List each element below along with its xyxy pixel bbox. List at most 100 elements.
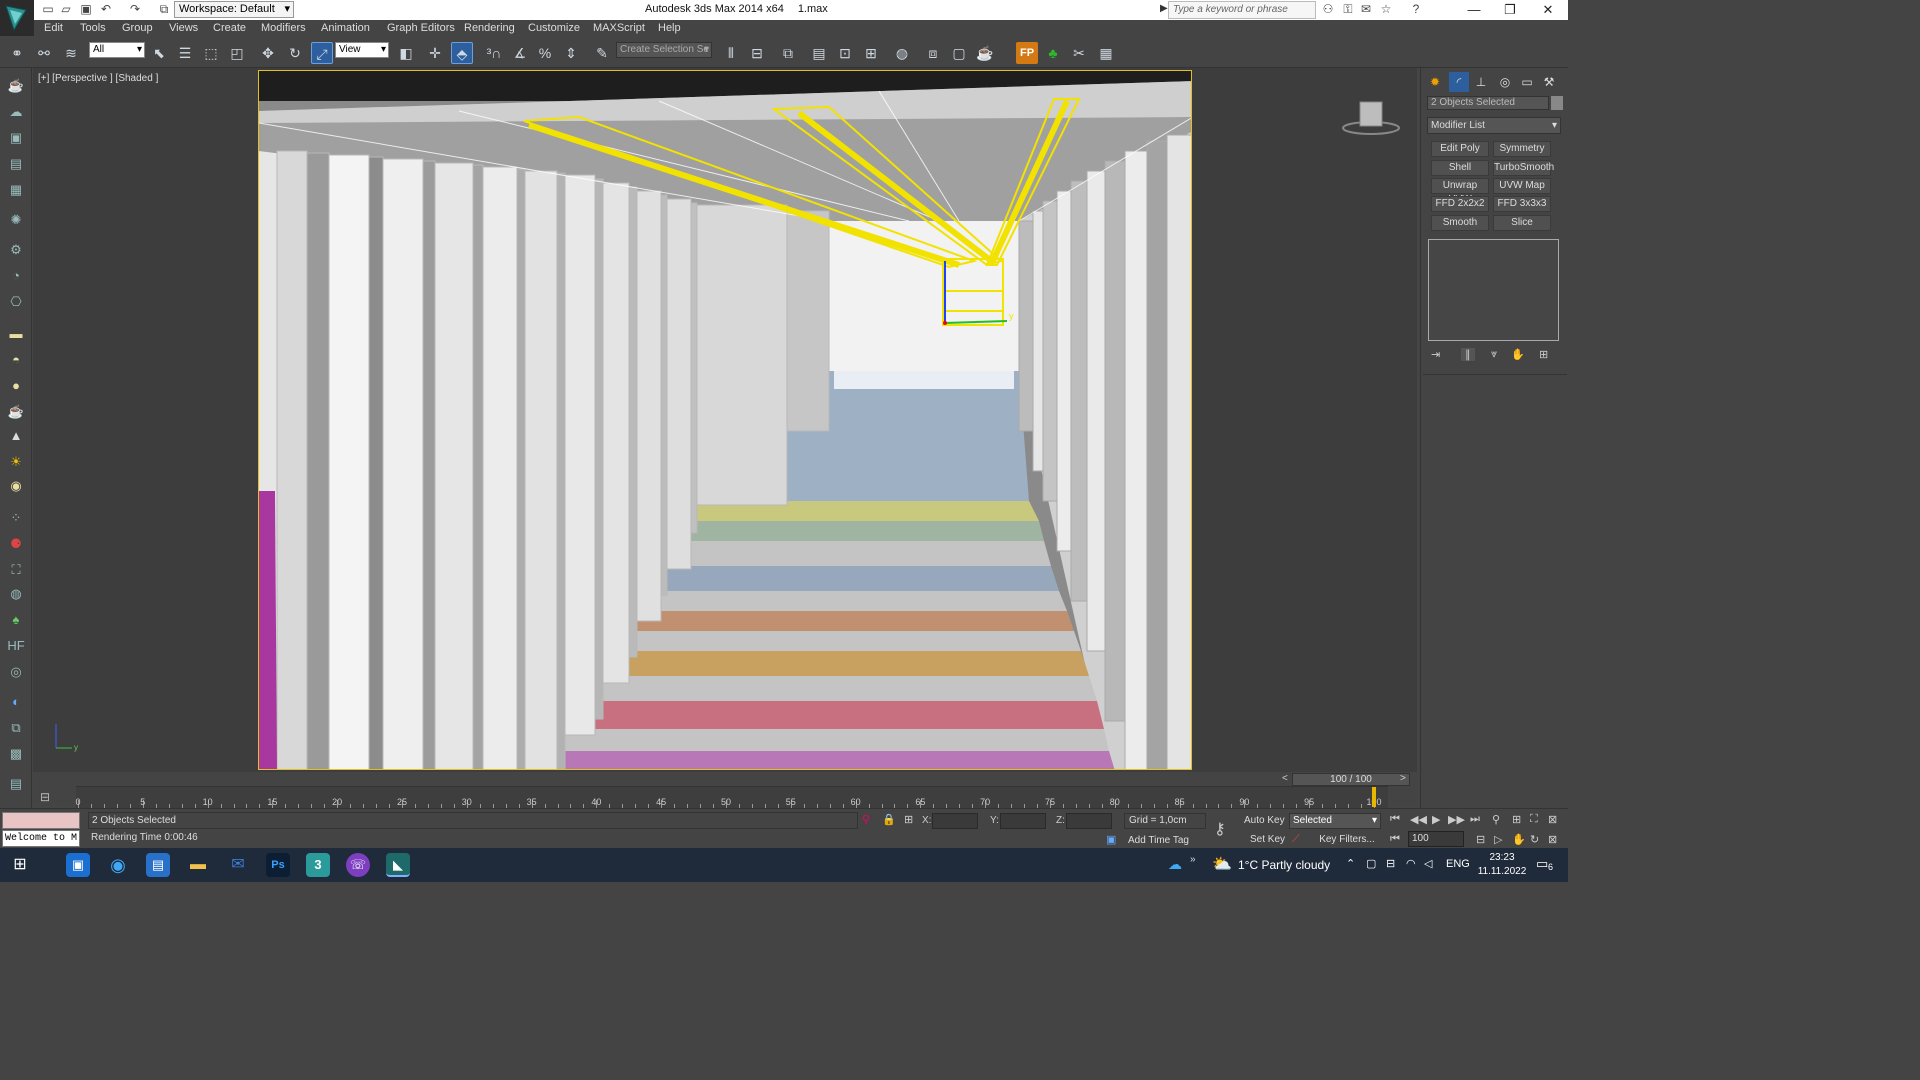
star-icon[interactable]: ☆	[1378, 2, 1394, 17]
align-icon[interactable]: ⊟	[746, 42, 768, 64]
rendered-frame-window-icon[interactable]: ▢	[948, 42, 970, 64]
document-icon[interactable]: ▤	[6, 154, 26, 174]
pan-view-icon[interactable]: ✋	[1512, 833, 1526, 846]
teapot-icon[interactable]: ☕	[6, 76, 26, 96]
workspace-dropdown[interactable]: Workspace: Default ▾	[174, 1, 294, 18]
render-setup-icon[interactable]: ⧈	[922, 42, 944, 64]
cloud-icon[interactable]: ☁	[6, 102, 26, 122]
uvw-map-button[interactable]: UVW Map	[1493, 178, 1551, 194]
camera-icon[interactable]: ⎔	[6, 292, 26, 312]
key-icon[interactable]: ⚿	[1340, 2, 1356, 17]
selection-info-field[interactable]: 2 Objects Selected	[1427, 96, 1549, 110]
tray-app-icon[interactable]: ▢	[1366, 857, 1376, 870]
menu-tools[interactable]: Tools	[80, 22, 106, 34]
bind-space-warp-icon[interactable]: ≋	[60, 42, 82, 64]
smooth-button[interactable]: Smooth	[1431, 215, 1489, 231]
go-to-end-icon[interactable]: ⏭	[1470, 813, 1480, 826]
viber-icon[interactable]: ☏	[346, 853, 370, 877]
sun-icon[interactable]: ☀	[6, 452, 26, 472]
unwrap-uvw-button[interactable]: Unwrap UVW	[1431, 178, 1489, 205]
set-key-button[interactable]: Set Key	[1250, 834, 1285, 845]
add-time-tag[interactable]: Add Time Tag	[1128, 835, 1189, 846]
object-color-swatch[interactable]	[1551, 96, 1563, 110]
ffd-2x2x2-button[interactable]: FFD 2x2x2	[1431, 196, 1489, 212]
arc-rotate-icon[interactable]: ↻	[1530, 833, 1539, 846]
caret-right-icon[interactable]: ▶	[1160, 3, 1168, 14]
modifier-list-dropdown[interactable]: Modifier List ▾	[1427, 117, 1561, 134]
menu-rendering[interactable]: Rendering	[464, 22, 515, 34]
ffd-3x3x3-button[interactable]: FFD 3x3x3	[1493, 196, 1551, 212]
menu-help[interactable]: Help	[658, 22, 681, 34]
render-production-icon[interactable]: ☕	[974, 42, 996, 64]
dynamics-icon[interactable]: ⚈	[6, 534, 26, 554]
open-file-icon[interactable]: ▱	[58, 2, 74, 17]
angle-snap-icon[interactable]: ∡	[509, 42, 531, 64]
menu-group[interactable]: Group	[122, 22, 153, 34]
notifications-icon[interactable]: ▭	[1536, 856, 1548, 872]
shell-icon[interactable]: ◎	[6, 662, 26, 682]
menu-create[interactable]: Create	[213, 22, 246, 34]
viewport-label[interactable]: [+] [Perspective ] [Shaded ]	[38, 73, 158, 84]
modifier-stack[interactable]	[1428, 239, 1559, 341]
wifi-icon[interactable]: ◠	[1406, 857, 1416, 870]
auto-key-button[interactable]: Auto Key	[1244, 815, 1285, 826]
timeline-ruler[interactable]: 0510152025303540455055606570758085909510…	[75, 786, 1388, 808]
material-editor-icon[interactable]: ◍	[891, 42, 913, 64]
mail-icon[interactable]: ✉	[226, 853, 250, 877]
railclone-tree-icon[interactable]: ♣	[1042, 42, 1064, 64]
set-keys-icon[interactable]: ⚷	[1214, 819, 1226, 839]
mini-curve-editor-icon[interactable]: ⊟	[40, 790, 50, 804]
shell-button[interactable]: Shell	[1431, 160, 1489, 176]
3dsmax-taskbar-icon[interactable]: 3	[306, 853, 330, 877]
forest-pack-icon[interactable]: FP	[1016, 42, 1038, 64]
configure-sets-icon[interactable]: ⊞	[1539, 348, 1548, 361]
select-object-icon[interactable]: ⬉	[148, 42, 170, 64]
keyboard-shortcut-override-icon[interactable]: ⬘	[451, 42, 473, 64]
rotate-icon[interactable]: ↻	[284, 42, 306, 64]
perspective-viewport[interactable]: y	[258, 70, 1192, 770]
search-input[interactable]: Type a keyword or phrase	[1168, 1, 1316, 19]
isolate-icon[interactable]: ⚲	[862, 813, 870, 826]
key-mode-toggle-icon[interactable]: ⏮	[1390, 833, 1400, 846]
spiral-icon[interactable]: ◔	[6, 266, 26, 286]
slice-button[interactable]: Slice	[1493, 215, 1551, 231]
key-mode-dropdown[interactable]: Selected ▾	[1289, 813, 1381, 829]
table-icon[interactable]: ▦	[1095, 42, 1117, 64]
x-coordinate-field[interactable]	[932, 813, 978, 829]
snaps-toggle-icon[interactable]: ³∩	[483, 42, 505, 64]
zoom-extents-all-icon[interactable]: ⊠	[1548, 813, 1557, 826]
cloth-icon[interactable]: ⛶	[6, 560, 26, 580]
mirror-icon[interactable]: ⫴	[720, 42, 742, 64]
language-indicator[interactable]: ENG	[1446, 858, 1470, 870]
menu-graph-editors[interactable]: Graph Editors	[387, 22, 455, 34]
menu-customize[interactable]: Customize	[528, 22, 580, 34]
reference-coordinate-dropdown[interactable]: View ▾	[335, 42, 389, 58]
globe-icon[interactable]: ◍	[6, 584, 26, 604]
hair-icon[interactable]: HF	[6, 636, 26, 656]
previous-frame-icon[interactable]: ◀◀	[1410, 813, 1427, 826]
manipulate-icon[interactable]: ✛	[424, 42, 446, 64]
zoom-icon[interactable]: ⚲	[1492, 813, 1500, 826]
file-explorer-icon[interactable]: ▣	[66, 853, 90, 877]
particles-icon[interactable]: ⁘	[6, 508, 26, 528]
go-to-start-icon[interactable]: ⏮	[1390, 813, 1400, 826]
material-icon[interactable]: ⧉	[6, 718, 26, 738]
zoom-all-icon[interactable]: ⊞	[1512, 813, 1521, 826]
play-icon[interactable]: ▶	[1432, 813, 1440, 826]
3dsmax-active-icon[interactable]: ◣	[386, 853, 410, 877]
current-frame-marker[interactable]	[1372, 787, 1376, 807]
absolute-mode-icon[interactable]: ⊞	[904, 813, 913, 826]
clock[interactable]: 23:23 11.11.2022	[1476, 851, 1528, 879]
plane-icon[interactable]: ▬	[6, 324, 26, 344]
window-crossing-icon[interactable]: ◰	[226, 42, 248, 64]
show-end-result-icon[interactable]: ∥	[1461, 348, 1475, 361]
selection-filter-dropdown[interactable]: All ▾	[89, 42, 145, 58]
communication-icon[interactable]: ✉	[1358, 2, 1374, 17]
show-hidden-icons-icon[interactable]: »	[1190, 854, 1196, 865]
curve-editor-icon[interactable]: ⊡	[834, 42, 856, 64]
rectangular-selection-icon[interactable]: ⬚	[200, 42, 222, 64]
weather-text[interactable]: 1°C Partly cloudy	[1238, 858, 1330, 872]
folder-icon[interactable]: ▬	[186, 853, 210, 877]
named-selection-set-dropdown[interactable]: Create Selection Se ▾	[616, 42, 712, 58]
lightbulb-icon[interactable]: ✺	[6, 210, 26, 230]
